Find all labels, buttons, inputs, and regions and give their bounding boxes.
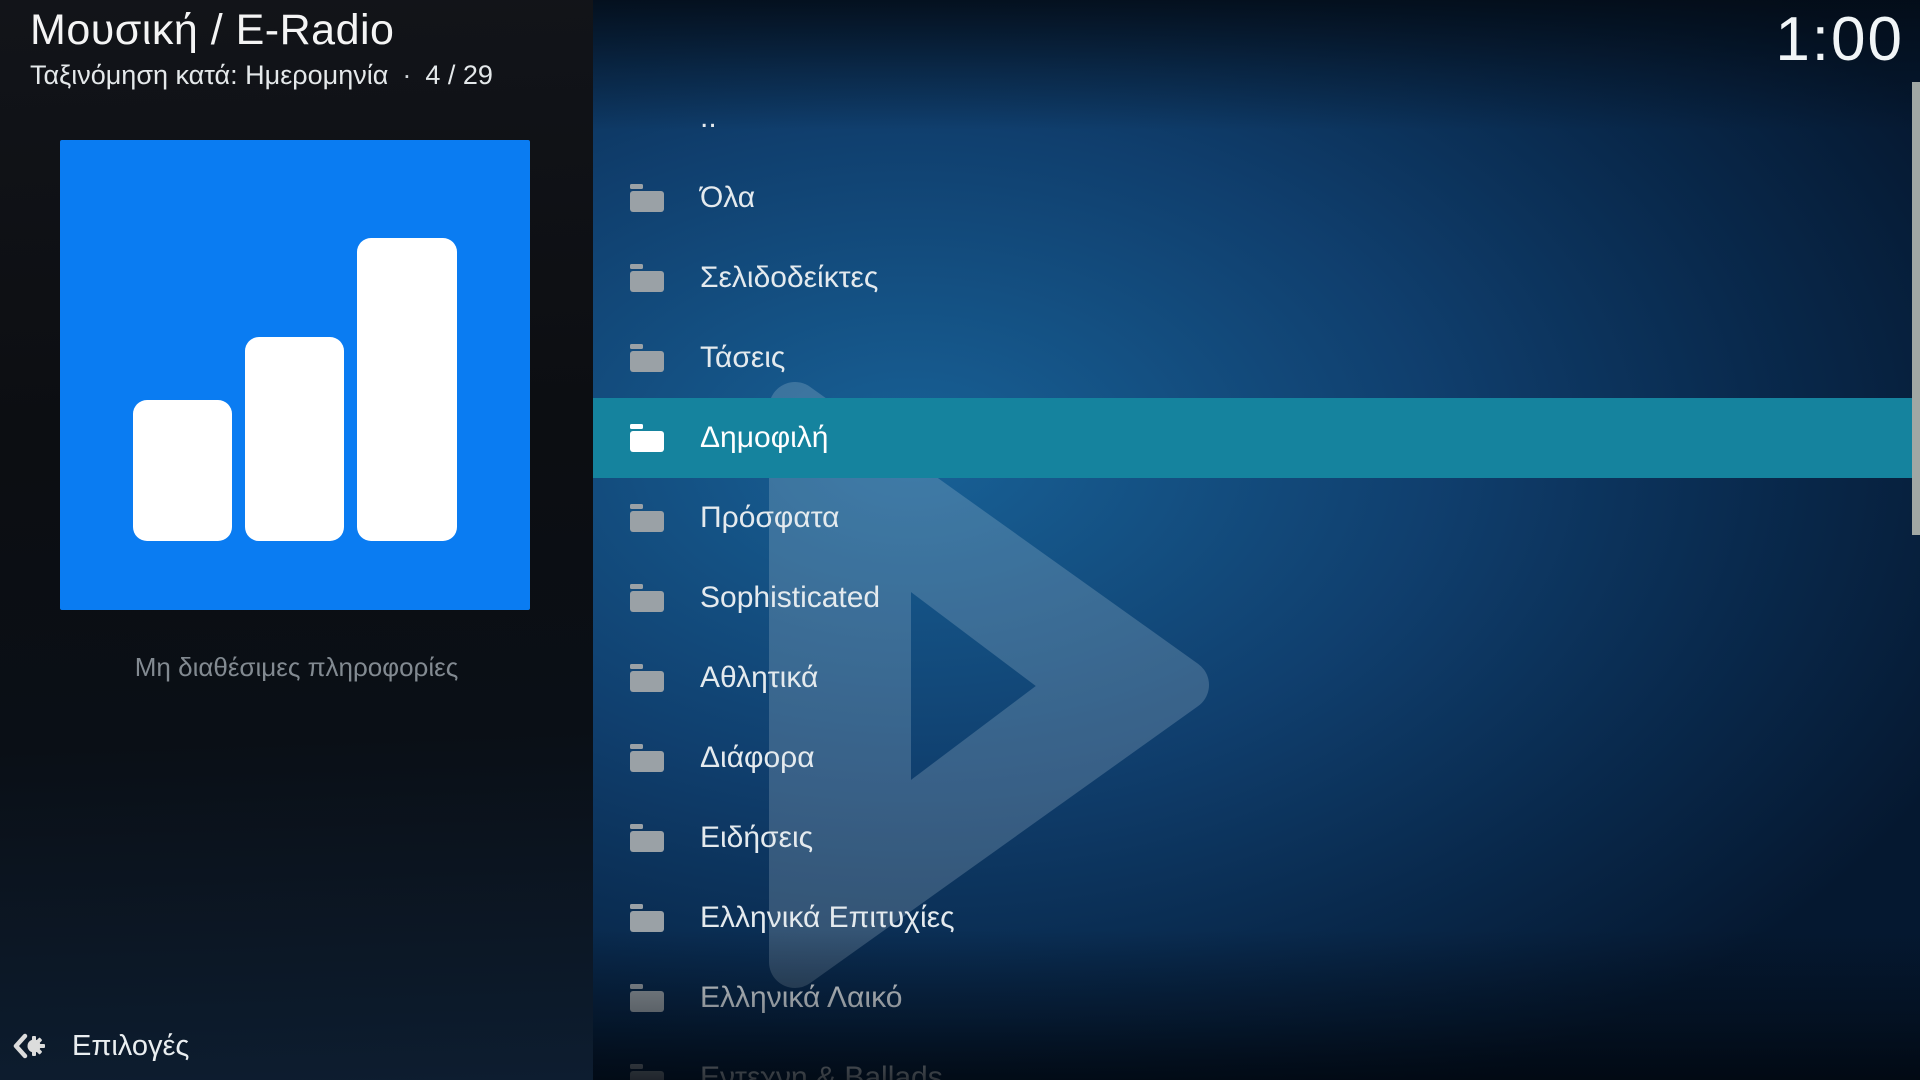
list-item-label: Πρόσφατα — [700, 501, 840, 535]
bar-chart-bar — [133, 400, 232, 541]
list-item[interactable]: Αθλητικά — [593, 638, 1920, 718]
folder-icon — [630, 344, 664, 372]
item-position: 4 / 29 — [425, 60, 493, 90]
folder-icon — [630, 184, 664, 212]
list-item[interactable]: Ελληνικά Λαικό — [593, 958, 1920, 1038]
list-item[interactable]: Δημοφιλή — [593, 398, 1920, 478]
clock: 1:00 — [1775, 4, 1904, 75]
list-item-label: Όλα — [700, 181, 755, 215]
list-item[interactable]: Διάφορα — [593, 718, 1920, 798]
options-label: Επιλογές — [72, 1030, 189, 1063]
list-item[interactable]: Ελληνικά Επιτυχίες — [593, 878, 1920, 958]
folder-icon — [630, 744, 664, 772]
folder-icon — [630, 584, 664, 612]
bar-chart-bar — [245, 337, 344, 541]
folder-icon — [630, 664, 664, 692]
sort-by-label: Ταξινόμηση κατά: Ημερομηνία — [30, 60, 388, 90]
list-item-label: Sophisticated — [700, 581, 880, 615]
list-item[interactable]: Όλα — [593, 158, 1920, 238]
list-item-label: Σελιδοδείκτες — [700, 261, 878, 295]
no-info-label: Μη διαθέσιμες πληροφορίες — [0, 652, 593, 683]
list-item[interactable]: Εντεχνη & Ballads — [593, 1038, 1920, 1080]
list-item-label: Τάσεις — [700, 341, 785, 375]
folder-icon — [630, 904, 664, 932]
sort-status: Ταξινόμηση κατά: Ημερομηνία · 4 / 29 — [30, 60, 493, 91]
bar-chart-bar — [357, 238, 457, 541]
list-item-label: Δημοφιλή — [700, 421, 829, 455]
directory-list: .. Όλα Σελιδοδείκτες Τάσεις Δημοφιλή Πρόσφατα… — [593, 78, 1920, 1080]
folder-icon-placeholder — [630, 104, 664, 132]
folder-icon — [630, 984, 664, 1012]
list-item[interactable]: Ειδήσεις — [593, 798, 1920, 878]
list-item[interactable]: Πρόσφατα — [593, 478, 1920, 558]
list-item-parent-dir[interactable]: .. — [593, 78, 1920, 158]
list-item-label: Εντεχνη & Ballads — [700, 1061, 943, 1080]
options-button[interactable]: Επιλογές — [12, 1022, 189, 1070]
options-gear-icon — [12, 1028, 48, 1064]
folder-icon — [630, 824, 664, 852]
page-title: Μουσική / E-Radio — [30, 6, 493, 55]
separator-dot: · — [402, 60, 411, 90]
folder-icon — [630, 1064, 664, 1080]
folder-icon — [630, 424, 664, 452]
list-item-label: Αθλητικά — [700, 661, 818, 695]
addon-thumbnail — [60, 140, 530, 610]
header: Μουσική / E-Radio Ταξινόμηση κατά: Ημερο… — [30, 6, 493, 91]
list-item[interactable]: Sophisticated — [593, 558, 1920, 638]
list-item[interactable]: Σελιδοδείκτες — [593, 238, 1920, 318]
list-item[interactable]: Τάσεις — [593, 318, 1920, 398]
kodi-screen: Μουσική / E-Radio Ταξινόμηση κατά: Ημερο… — [0, 0, 1920, 1080]
list-item-label: .. — [700, 101, 717, 135]
scrollbar-thumb[interactable] — [1912, 82, 1920, 535]
list-item-label: Διάφορα — [700, 741, 815, 775]
list-item-label: Ελληνικά Λαικό — [700, 981, 902, 1015]
list-item-label: Ειδήσεις — [700, 821, 813, 855]
folder-icon — [630, 264, 664, 292]
folder-icon — [630, 504, 664, 532]
list-item-label: Ελληνικά Επιτυχίες — [700, 901, 955, 935]
